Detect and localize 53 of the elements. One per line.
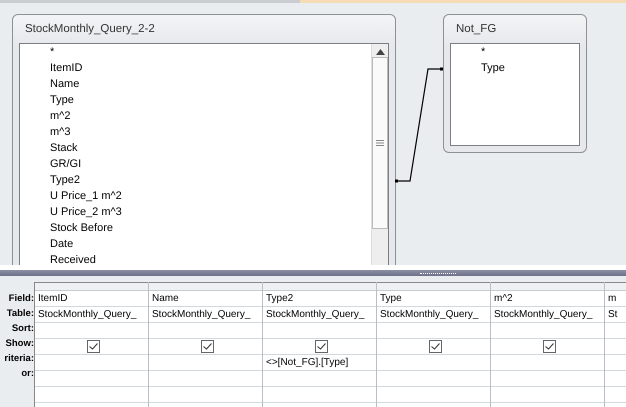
table-cell[interactable]: StockMonthly_Query_: [377, 307, 490, 323]
field-cell[interactable]: Name: [149, 291, 262, 307]
pane-splitter[interactable]: [0, 270, 626, 276]
column-selector[interactable]: [149, 282, 262, 291]
field-item[interactable]: *: [481, 44, 579, 60]
grip-icon: [376, 140, 384, 146]
table-cell[interactable]: StockMonthly_Query_: [491, 307, 604, 323]
field-item[interactable]: U Price_1 m^2: [50, 188, 371, 204]
row-label: riteria:: [3, 352, 34, 366]
row-label: Field:: [8, 292, 34, 306]
field-item[interactable]: GR/GI: [50, 156, 371, 172]
column-selector[interactable]: [377, 282, 490, 291]
field-cell[interactable]: m^2: [491, 291, 604, 307]
table-cell[interactable]: StockMonthly_Query_: [35, 307, 148, 323]
field-item[interactable]: Received: [50, 252, 371, 265]
field-item[interactable]: Type: [481, 60, 579, 76]
show-checkbox[interactable]: [86, 340, 100, 353]
field-item[interactable]: m^3: [50, 124, 371, 140]
table-title: StockMonthly_Query_2-2: [24, 22, 156, 37]
show-checkbox[interactable]: [542, 340, 556, 353]
field-item[interactable]: Type: [50, 92, 371, 108]
field-item[interactable]: Stock Before: [50, 220, 371, 236]
table-cell[interactable]: St: [605, 307, 626, 323]
field-cell[interactable]: Type2: [263, 291, 376, 307]
scroll-up-icon[interactable]: [376, 49, 384, 55]
column-selector[interactable]: [35, 282, 148, 291]
criteria-cell[interactable]: <>[Not_FG].[Type]: [263, 355, 376, 371]
column-selector[interactable]: [263, 282, 376, 291]
table-box[interactable]: StockMonthly_Query_2-2 * ItemID Name Type m^2 m^3 Stack GR/GI Type2 U Price_1 m^2 U Price_2 m^3 Stock Before Date Received: [12, 14, 396, 265]
row-label: Table:: [6, 307, 34, 321]
show-checkbox[interactable]: [428, 340, 442, 353]
field-item[interactable]: ItemID: [50, 60, 371, 76]
field-cell[interactable]: m: [605, 291, 626, 307]
row-label: Sort:: [10, 322, 34, 336]
field-cell[interactable]: Type: [377, 291, 490, 307]
scrollbar[interactable]: [371, 44, 388, 265]
field-item[interactable]: m^2: [50, 108, 371, 124]
field-item[interactable]: Date: [50, 236, 371, 252]
row-label: or:: [20, 367, 34, 381]
show-checkbox[interactable]: [314, 340, 328, 353]
table-cell[interactable]: StockMonthly_Query_: [263, 307, 376, 323]
row-label: Show:: [4, 337, 34, 351]
field-item[interactable]: Name: [50, 76, 371, 92]
column-selector[interactable]: [491, 282, 604, 291]
field-item[interactable]: Stack: [50, 140, 371, 156]
table-title: Not_FG: [455, 22, 498, 37]
field-item[interactable]: U Price_2 m^3: [50, 204, 371, 220]
table-box[interactable]: Not_FG * Type: [443, 14, 587, 153]
field-cell[interactable]: ItemID: [35, 291, 148, 307]
field-item[interactable]: *: [50, 44, 371, 60]
table-cell[interactable]: StockMonthly_Query_: [149, 307, 262, 323]
show-checkbox[interactable]: [200, 340, 214, 353]
field-item[interactable]: Type2: [50, 172, 371, 188]
